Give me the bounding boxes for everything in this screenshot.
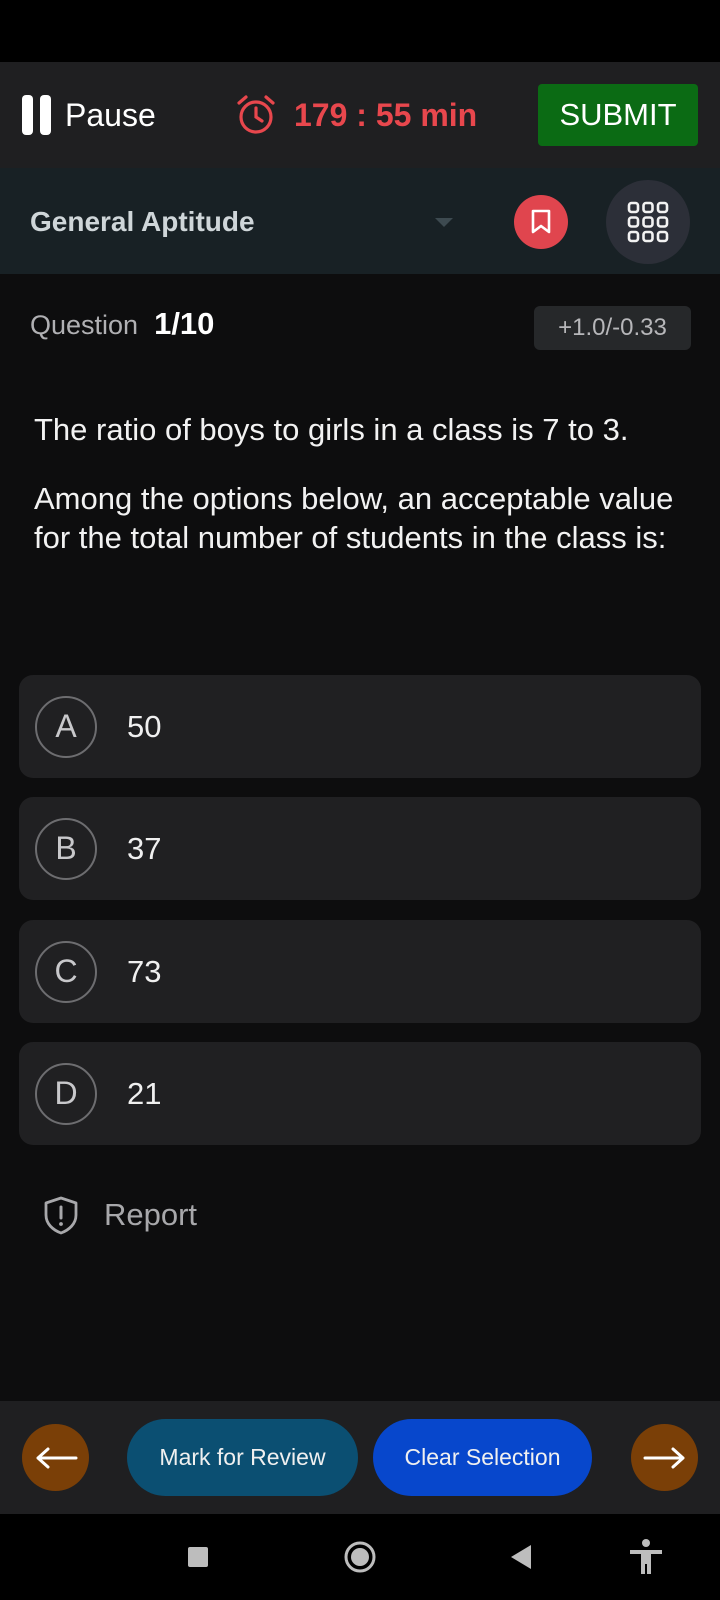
square-icon [188, 1547, 208, 1567]
accessibility-button[interactable] [626, 1514, 666, 1600]
timer-text: 179 : 55 min [294, 96, 478, 133]
mark-for-review-button[interactable]: Mark for Review [127, 1419, 358, 1496]
grid-icon [627, 201, 669, 243]
question-paragraph: Among the options below, an acceptable v… [34, 481, 674, 555]
accessibility-icon [630, 1539, 662, 1574]
previous-question-button[interactable] [22, 1424, 89, 1491]
bookmark-button[interactable] [514, 195, 568, 249]
question-number: 1/10 [154, 306, 215, 341]
bookmark-icon [531, 209, 551, 234]
bottom-action-bar: Mark for Review Clear Selection [0, 1401, 720, 1514]
report-button[interactable]: Report [42, 1195, 197, 1235]
option-value: 50 [127, 708, 162, 744]
alarm-clock-icon [237, 95, 275, 134]
back-triangle-icon [511, 1545, 531, 1569]
arrow-left-icon [36, 1447, 77, 1468]
option-d[interactable]: D 21 [19, 1042, 701, 1145]
option-c[interactable]: C 73 [19, 920, 701, 1023]
shield-alert-icon [44, 1196, 78, 1235]
pause-button[interactable]: Pause [22, 92, 156, 138]
pause-label: Pause [65, 96, 156, 133]
option-letter: A [35, 695, 97, 758]
option-a[interactable]: A 50 [19, 675, 701, 778]
option-value: 37 [127, 830, 162, 866]
next-question-button[interactable] [631, 1424, 698, 1491]
section-dropdown[interactable]: General Aptitude [30, 206, 255, 238]
question-counter: Question 1/10 [30, 306, 214, 342]
pause-icon [22, 95, 51, 135]
option-b[interactable]: B 37 [19, 797, 701, 900]
clear-selection-button[interactable]: Clear Selection [373, 1419, 592, 1496]
section-bar: General Aptitude [0, 168, 720, 274]
marks-badge: +1.0/-0.33 [534, 306, 691, 350]
submit-button[interactable]: SUBMIT [538, 84, 698, 146]
option-value: 73 [127, 953, 162, 989]
question-text: The ratio of boys to girls in a class is… [34, 410, 694, 587]
system-nav-bar [0, 1514, 720, 1600]
top-bar: Pause 179 : 55 min SUBMIT [0, 62, 720, 168]
status-bar [0, 0, 720, 62]
arrow-right-icon [643, 1447, 684, 1468]
home-button[interactable] [342, 1514, 378, 1600]
option-letter: C [35, 940, 97, 1003]
option-letter: D [35, 1062, 97, 1125]
home-circle-icon [344, 1541, 376, 1573]
option-value: 21 [127, 1075, 162, 1111]
chevron-down-icon[interactable] [435, 218, 453, 227]
question-grid-button[interactable] [606, 180, 690, 264]
question-paragraph: The ratio of boys to girls in a class is… [34, 412, 629, 447]
recents-button[interactable] [180, 1514, 216, 1600]
question-label: Question [30, 310, 139, 340]
back-button[interactable] [506, 1514, 536, 1600]
option-letter: B [35, 817, 97, 880]
timer: 179 : 55 min [236, 92, 477, 138]
report-label: Report [104, 1197, 198, 1232]
